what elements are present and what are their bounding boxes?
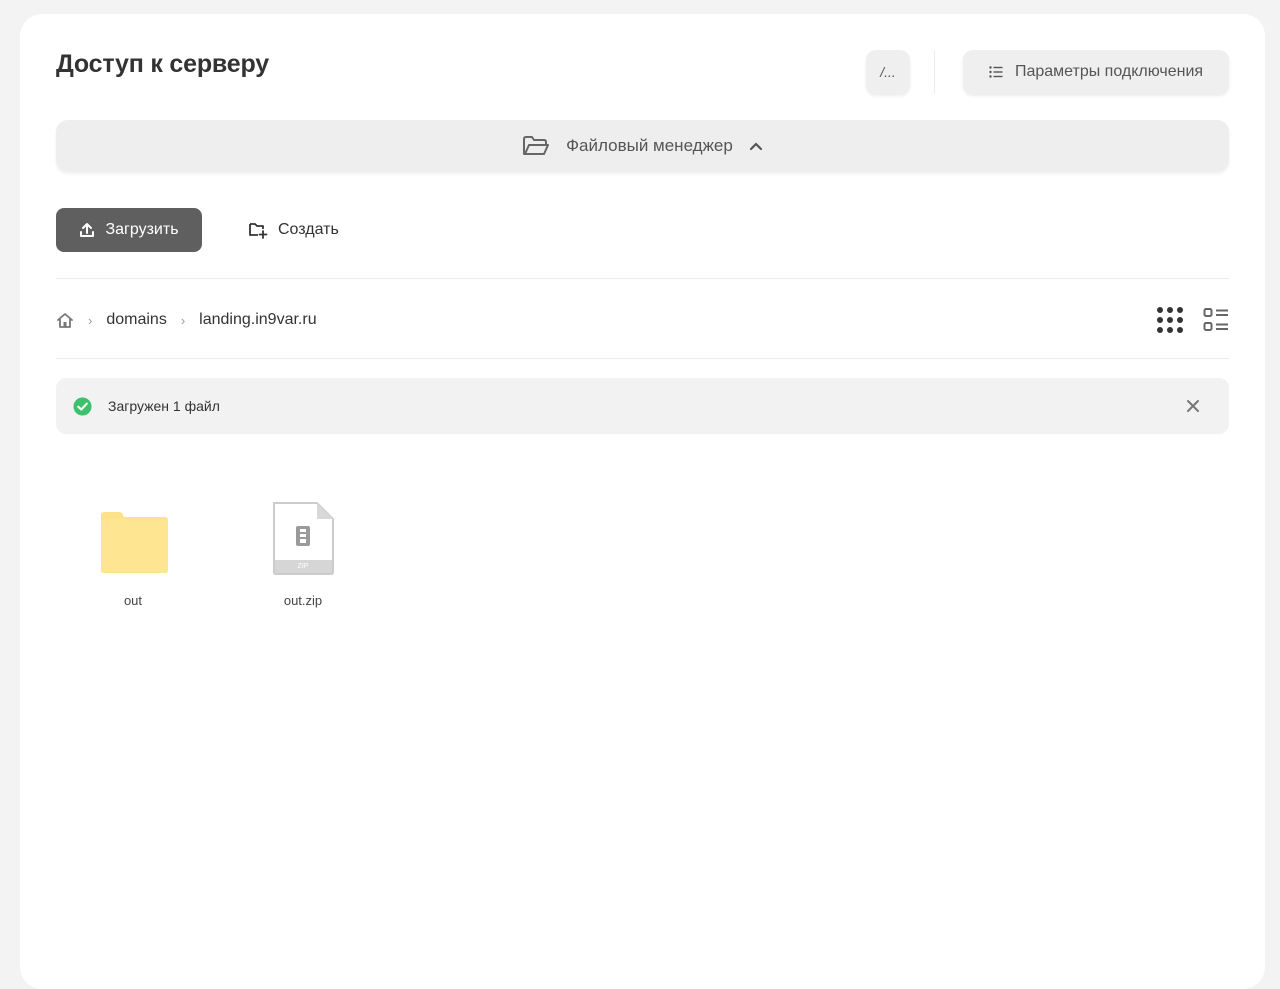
upload-notification: Загружен 1 файл bbox=[56, 378, 1229, 434]
home-icon[interactable] bbox=[56, 312, 74, 329]
breadcrumb-item-current[interactable]: landing.in9var.ru bbox=[199, 311, 316, 329]
chevron-right-icon: › bbox=[88, 312, 93, 328]
create-button[interactable]: Создать bbox=[248, 208, 339, 252]
main-card: Доступ к серверу /... Параметры подключе… bbox=[20, 14, 1265, 989]
file-manager-toggle[interactable]: Файловый менеджер bbox=[56, 120, 1229, 172]
upload-label: Загрузить bbox=[105, 221, 179, 238]
list-view-icon[interactable] bbox=[1203, 306, 1229, 334]
file-name: out bbox=[123, 593, 143, 608]
open-folder-icon bbox=[523, 136, 550, 155]
chevron-right-icon: › bbox=[180, 312, 186, 328]
connection-params-label: Параметры подключения bbox=[1014, 63, 1204, 80]
folder-icon bbox=[101, 512, 168, 573]
breadcrumb-divider bbox=[56, 358, 1229, 359]
console-button[interactable]: /... bbox=[866, 50, 910, 94]
notification-text: Загружен 1 файл bbox=[108, 398, 220, 414]
zip-badge: ZIP bbox=[297, 563, 309, 570]
list-icon bbox=[989, 66, 1003, 78]
file-item-zip[interactable]: ZIP out.zip bbox=[243, 500, 363, 608]
chevron-up-icon bbox=[749, 142, 762, 151]
toolbar-divider bbox=[56, 278, 1229, 279]
file-name: out.zip bbox=[283, 593, 323, 608]
new-folder-icon bbox=[249, 223, 268, 239]
breadcrumb: › domains › landing.in9var.ru bbox=[56, 306, 317, 334]
console-icon: /... bbox=[880, 64, 896, 80]
create-label: Создать bbox=[278, 221, 339, 238]
file-item-folder[interactable]: out bbox=[73, 500, 193, 608]
file-manager-label: Файловый менеджер bbox=[566, 136, 733, 155]
page-title: Доступ к серверу bbox=[56, 50, 269, 78]
check-circle-icon bbox=[73, 396, 92, 416]
upload-icon bbox=[80, 223, 95, 237]
grid-view-icon[interactable] bbox=[1156, 306, 1184, 334]
close-icon[interactable] bbox=[1183, 396, 1203, 416]
upload-button[interactable]: Загрузить bbox=[56, 208, 202, 252]
breadcrumb-item-domains[interactable]: domains bbox=[106, 311, 166, 329]
header-divider bbox=[934, 50, 935, 94]
connection-params-button[interactable]: Параметры подключения bbox=[963, 50, 1229, 94]
